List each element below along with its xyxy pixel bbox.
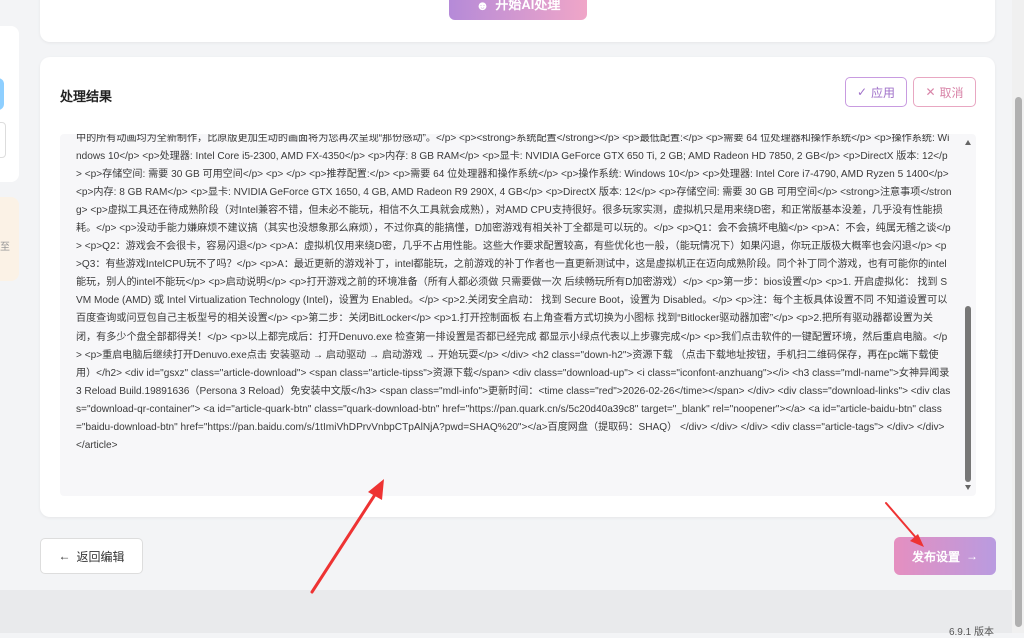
version-text: 6.9.1 版本	[948, 627, 994, 638]
result-code-textarea[interactable]: 中的所有动画均为全新制作，比原版更加生动的画面将为您再次呈现“那份感动”。</p…	[60, 134, 976, 496]
sidebar-active-item[interactable]	[0, 78, 4, 110]
publish-label: 发布设置	[911, 549, 960, 564]
scroll-down-icon[interactable]	[965, 485, 971, 490]
apply-button[interactable]: ✓ 应用	[845, 77, 907, 107]
scroll-up-icon[interactable]	[965, 140, 971, 145]
result-code-text: 中的所有动画均为全新制作，比原版更加生动的画面将为您再次呈现“那份感动”。</p…	[76, 134, 952, 451]
start-ai-label: 开始AI处理	[495, 0, 561, 12]
cancel-label: 取消	[939, 85, 964, 100]
textarea-scrollbar[interactable]	[958, 134, 976, 496]
result-title: 处理结果	[60, 89, 113, 104]
back-to-edit-button[interactable]: ← 返回编辑	[40, 538, 143, 574]
arrow-right-icon: →	[966, 549, 978, 563]
arrow-left-icon: ←	[58, 549, 71, 563]
back-label: 返回编辑	[76, 549, 125, 564]
cancel-button[interactable]: ✕ 取消	[913, 77, 976, 107]
publish-settings-button[interactable]: 发布设置 →	[894, 537, 996, 575]
check-icon: ✓	[856, 85, 868, 99]
result-card: 处理结果 ✓ 应用 ✕ 取消 中的所有动画均为全新制作，比原版更加生动的画面将为…	[40, 57, 995, 517]
sidebar-stray-text: 至	[0, 242, 10, 253]
footer-band	[0, 590, 1024, 633]
apply-label: 应用	[871, 85, 896, 100]
close-icon: ✕	[925, 85, 936, 99]
textarea-scroll-thumb[interactable]	[965, 306, 971, 482]
robot-icon: ☻	[475, 0, 490, 13]
page-scrollbar[interactable]	[1012, 0, 1024, 633]
page-scroll-thumb[interactable]	[1015, 97, 1022, 627]
sidebar-item[interactable]	[0, 122, 6, 158]
start-ai-button[interactable]: ☻ 开始AI处理	[449, 0, 587, 20]
